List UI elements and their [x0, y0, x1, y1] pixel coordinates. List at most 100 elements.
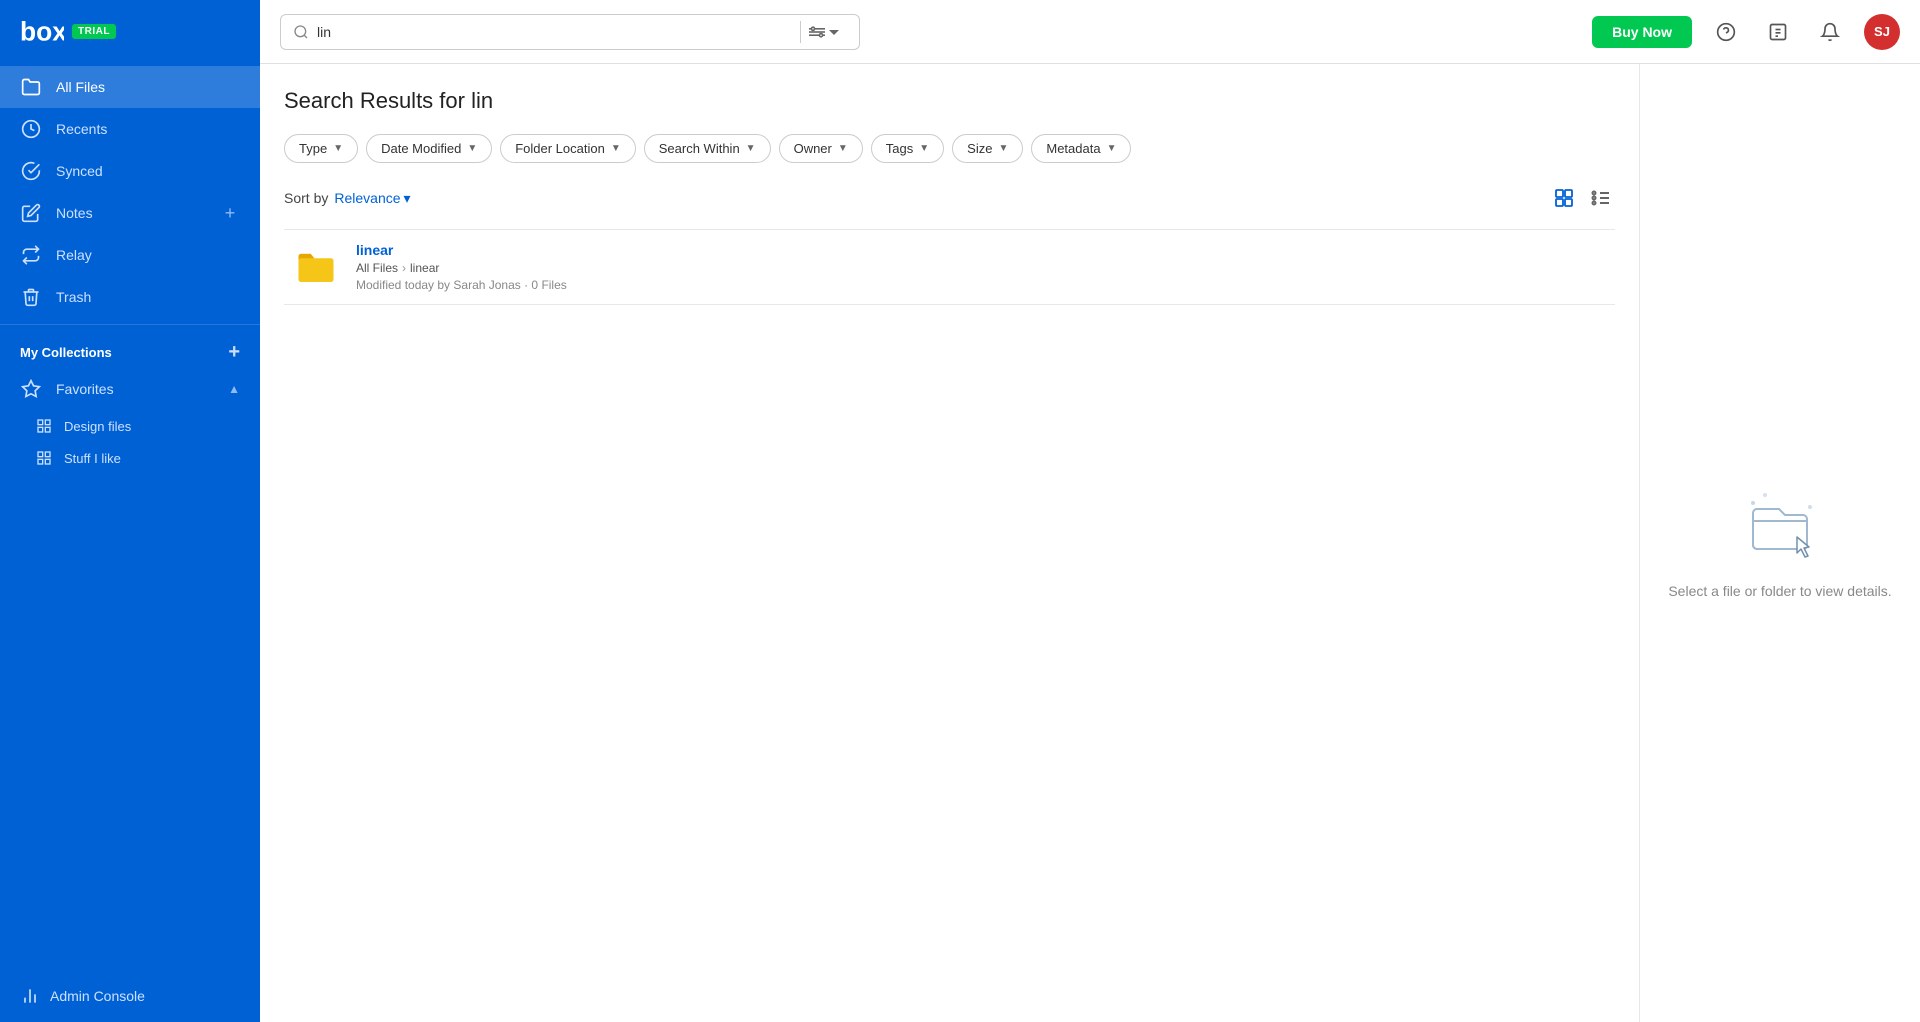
search-bar[interactable] — [280, 14, 860, 50]
sidebar-item-recents[interactable]: Recents — [0, 108, 260, 150]
filter-metadata-label: Metadata — [1046, 141, 1100, 156]
check-circle-icon — [20, 160, 42, 182]
filter-metadata-button[interactable]: Metadata ▼ — [1031, 134, 1131, 163]
grid-view-button[interactable] — [1549, 183, 1579, 213]
sidebar-item-trash[interactable]: Trash — [0, 276, 260, 318]
filter-type-button[interactable]: Type ▼ — [284, 134, 358, 163]
relay-icon — [20, 244, 42, 266]
sidebar: box TRIAL All Files Recents — [0, 0, 260, 1022]
sort-value-text: Relevance — [334, 190, 400, 206]
chevron-down-icon: ▼ — [1107, 143, 1117, 154]
detail-empty-icon — [1735, 485, 1825, 565]
collection-icon — [36, 418, 52, 434]
sidebar-item-synced[interactable]: Synced — [0, 150, 260, 192]
path-arrow-icon: › — [402, 261, 406, 275]
sidebar-item-label: Design files — [64, 419, 131, 434]
sidebar-item-label: All Files — [56, 79, 240, 95]
topbar: Buy Now SJ — [260, 0, 1920, 64]
filter-folder-location-button[interactable]: Folder Location ▼ — [500, 134, 636, 163]
chevron-down-icon: ▼ — [333, 143, 343, 154]
chevron-down-icon: ▼ — [467, 143, 477, 154]
my-collections-label: My Collections — [20, 345, 112, 360]
sidebar-item-relay[interactable]: Relay — [0, 234, 260, 276]
file-name: linear — [356, 242, 1607, 258]
sidebar-item-stuff-i-like[interactable]: Stuff I like — [0, 442, 260, 474]
filter-date-modified-button[interactable]: Date Modified ▼ — [366, 134, 492, 163]
file-path-root: All Files — [356, 261, 398, 275]
favorites-icon — [20, 378, 42, 400]
table-row[interactable]: linear All Files › linear Modified today… — [284, 230, 1615, 305]
sidebar-item-favorites[interactable]: Favorites ▲ — [0, 368, 260, 410]
sort-by-control: Sort by Relevance ▾ — [284, 190, 411, 207]
filter-date-label: Date Modified — [381, 141, 461, 156]
chevron-down-icon: ▼ — [746, 143, 756, 154]
sidebar-divider — [0, 324, 260, 325]
filter-search-within-label: Search Within — [659, 141, 740, 156]
search-filter-button[interactable] — [800, 21, 847, 43]
sidebar-logo-area: box TRIAL — [0, 0, 260, 58]
filter-bar: Type ▼ Date Modified ▼ Folder Location ▼… — [284, 134, 1615, 163]
collections-add-button[interactable]: + — [228, 341, 240, 364]
filter-type-label: Type — [299, 141, 327, 156]
sort-value-button[interactable]: Relevance ▾ — [334, 190, 410, 207]
admin-console-icon — [20, 986, 40, 1006]
file-path: All Files › linear — [356, 261, 1607, 275]
notes-add-button[interactable]: + — [220, 203, 240, 223]
list-view-button[interactable] — [1585, 183, 1615, 213]
file-list: linear All Files › linear Modified today… — [284, 229, 1615, 305]
buy-now-button[interactable]: Buy Now — [1592, 16, 1692, 48]
chevron-down-icon: ▾ — [404, 190, 411, 207]
favorites-collapse-button[interactable]: ▲ — [228, 382, 240, 396]
file-path-child: linear — [410, 261, 439, 275]
search-input[interactable] — [317, 24, 792, 40]
sidebar-item-label: Synced — [56, 163, 240, 179]
sidebar-item-label: Relay — [56, 247, 240, 263]
admin-console-button[interactable]: Admin Console — [0, 970, 260, 1022]
file-meta: Modified today by Sarah Jonas · 0 Files — [356, 278, 1607, 292]
sidebar-item-all-files[interactable]: All Files — [0, 66, 260, 108]
user-avatar[interactable]: SJ — [1864, 14, 1900, 50]
chevron-down-icon: ▼ — [838, 143, 848, 154]
sidebar-item-label: Trash — [56, 289, 240, 305]
main-content: Buy Now SJ Search Results for lin — [260, 0, 1920, 1022]
view-controls — [1549, 183, 1615, 213]
filter-search-within-button[interactable]: Search Within ▼ — [644, 134, 771, 163]
filter-size-label: Size — [967, 141, 992, 156]
folder-icon — [20, 76, 42, 98]
search-icon — [293, 24, 309, 40]
detail-panel: Select a file or folder to view details. — [1640, 64, 1920, 1022]
sidebar-item-design-files[interactable]: Design files — [0, 410, 260, 442]
notifications-button[interactable] — [1812, 14, 1848, 50]
chevron-down-icon: ▼ — [998, 143, 1008, 154]
help-button[interactable] — [1708, 14, 1744, 50]
filter-folder-label: Folder Location — [515, 141, 605, 156]
chevron-down-icon: ▼ — [919, 143, 929, 154]
my-collections-section[interactable]: My Collections + — [0, 331, 260, 368]
box-logo-icon: box — [20, 16, 64, 46]
filter-tags-label: Tags — [886, 141, 913, 156]
chevron-down-icon: ▼ — [611, 143, 621, 154]
sidebar-item-label: Notes — [56, 205, 206, 221]
trial-badge: TRIAL — [72, 24, 116, 39]
file-browser: Search Results for lin Type ▼ Date Modif… — [260, 64, 1640, 1022]
filter-size-button[interactable]: Size ▼ — [952, 134, 1023, 163]
file-info: linear All Files › linear Modified today… — [356, 242, 1607, 292]
sidebar-navigation: All Files Recents Synced — [0, 58, 260, 970]
checklist-button[interactable] — [1760, 14, 1796, 50]
sort-bar: Sort by Relevance ▾ — [284, 183, 1615, 213]
notes-icon — [20, 202, 42, 224]
filter-tags-button[interactable]: Tags ▼ — [871, 134, 944, 163]
trash-icon — [20, 286, 42, 308]
file-type-icon — [292, 243, 340, 291]
sidebar-item-notes[interactable]: Notes + — [0, 192, 260, 234]
sidebar-item-label: Recents — [56, 121, 240, 137]
sort-by-label: Sort by — [284, 190, 328, 206]
detail-empty-message: Select a file or folder to view details. — [1668, 581, 1891, 602]
sidebar-item-label: Stuff I like — [64, 451, 121, 466]
admin-console-label: Admin Console — [50, 988, 145, 1004]
clock-icon — [20, 118, 42, 140]
collection-icon — [36, 450, 52, 466]
filter-owner-label: Owner — [794, 141, 832, 156]
svg-text:box: box — [20, 17, 64, 46]
filter-owner-button[interactable]: Owner ▼ — [779, 134, 863, 163]
